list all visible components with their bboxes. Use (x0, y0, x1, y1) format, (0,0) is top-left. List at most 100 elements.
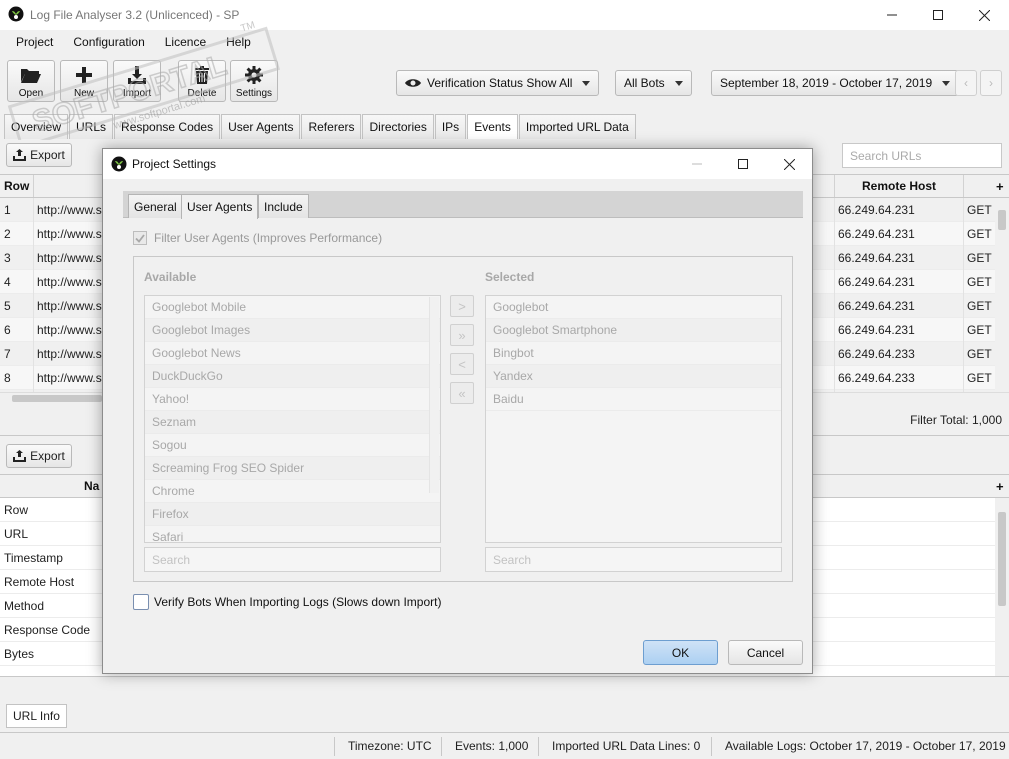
selected-list[interactable]: Googlebot Googlebot Smartphone Bingbot Y… (485, 295, 782, 543)
open-button[interactable]: Open (7, 60, 55, 102)
dialog-maximize-button[interactable] (720, 149, 766, 179)
status-divider (538, 737, 539, 756)
add-one-button[interactable]: > (450, 295, 474, 317)
close-button[interactable] (961, 0, 1007, 30)
previous-date-button[interactable]: ‹ (955, 70, 977, 96)
tab-user-agents[interactable]: User Agents (221, 114, 301, 139)
chevron-down-icon (942, 80, 951, 86)
add-column-icon[interactable]: + (996, 475, 1004, 497)
tab-ips[interactable]: IPs (434, 114, 467, 139)
minimize-button[interactable] (869, 0, 915, 30)
import-label: Import (122, 88, 152, 99)
list-item[interactable]: Yahoo! (145, 388, 440, 411)
verification-status-dropdown[interactable]: Verification Status Show All (396, 70, 600, 96)
tab-referers[interactable]: Referers (301, 114, 362, 139)
column-divider (834, 175, 835, 197)
list-item[interactable]: Seznam (145, 411, 440, 434)
export-button-lower[interactable]: Export (6, 444, 72, 468)
tab-user-agents[interactable]: User Agents (181, 194, 259, 219)
list-item[interactable]: Chrome (145, 480, 440, 503)
list-item[interactable]: Safari (145, 526, 440, 542)
tab-include[interactable]: Include (258, 194, 309, 218)
maximize-button[interactable] (915, 0, 961, 30)
list-item[interactable]: Googlebot Mobile (145, 296, 440, 319)
events-status: Events: 1,000 (455, 739, 529, 753)
new-button[interactable]: New (60, 60, 108, 102)
menu-configuration[interactable]: Configuration (63, 35, 154, 49)
selected-title: Selected (485, 270, 535, 284)
main-tab-bar: Overview URLs Response Codes User Agents… (4, 114, 637, 139)
dialog-close-button[interactable] (766, 149, 812, 179)
tab-events[interactable]: Events (467, 114, 518, 139)
menu-licence[interactable]: Licence (155, 35, 216, 49)
dialog-title-bar: Project Settings (103, 149, 812, 179)
status-divider (334, 737, 335, 756)
tab-url-info[interactable]: URL Info (6, 704, 67, 728)
list-item[interactable]: Yandex (486, 365, 781, 388)
delete-label: Delete (187, 88, 217, 99)
filter-user-agents-checkbox[interactable] (133, 231, 147, 245)
tab-overview[interactable]: Overview (4, 114, 69, 139)
list-item[interactable]: Sogou (145, 434, 440, 457)
scrollbar-thumb[interactable] (12, 395, 102, 402)
list-item[interactable]: Firefox (145, 503, 440, 526)
list-item[interactable]: DuckDuckGo (145, 365, 440, 388)
window-title: Log File Analyser 3.2 (Unlicenced) - SP (30, 8, 240, 22)
column-header-name[interactable]: Na (84, 475, 99, 497)
imported-lines-status: Imported URL Data Lines: 0 (552, 739, 701, 753)
list-item[interactable]: Googlebot Images (145, 319, 440, 342)
list-item[interactable]: Googlebot (486, 296, 781, 319)
menu-help[interactable]: Help (216, 35, 261, 49)
add-all-button[interactable]: » (450, 324, 474, 346)
tab-response-codes[interactable]: Response Codes (114, 114, 221, 139)
available-search-input[interactable]: Search (144, 547, 441, 572)
available-logs-status: Available Logs: October 17, 2019 - Octob… (725, 739, 1006, 753)
list-item[interactable]: Baidu (486, 388, 781, 411)
list-item[interactable]: Screaming Frog SEO Spider (145, 457, 440, 480)
title-bar: Log File Analyser 3.2 (Unlicenced) - SP (0, 0, 1009, 30)
scrollbar-thumb[interactable] (998, 210, 1006, 230)
bots-dropdown[interactable]: All Bots (615, 70, 692, 96)
menu-project[interactable]: Project (6, 35, 63, 49)
date-range-label: September 18, 2019 - October 17, 2019 (720, 76, 933, 90)
cancel-button[interactable]: Cancel (728, 640, 803, 665)
menu-bar: Project Configuration Licence Help (0, 30, 1009, 54)
available-list[interactable]: Googlebot Mobile Googlebot Images Google… (144, 295, 441, 543)
gear-icon (245, 66, 263, 84)
tab-directories[interactable]: Directories (362, 114, 434, 139)
column-header-remote-host[interactable]: Remote Host (862, 175, 936, 197)
list-item[interactable]: Googlebot News (145, 342, 440, 365)
import-button[interactable]: Import (113, 60, 161, 102)
tab-general[interactable]: General (128, 194, 183, 218)
list-item[interactable]: Bingbot (486, 342, 781, 365)
ok-button[interactable]: OK (643, 640, 718, 665)
remove-all-button[interactable]: « (450, 382, 474, 404)
divider (0, 676, 1009, 677)
export-icon (13, 450, 27, 462)
available-list-scrollbar[interactable] (429, 297, 439, 493)
column-divider (33, 198, 34, 392)
checkmark-icon (135, 233, 145, 243)
list-item[interactable]: Googlebot Smartphone (486, 319, 781, 342)
project-settings-dialog: Project Settings General User Agents Inc… (102, 148, 813, 674)
export-button[interactable]: Export (6, 143, 72, 167)
plus-icon (75, 66, 93, 84)
bots-label: All Bots (624, 76, 665, 90)
search-urls-input[interactable] (842, 143, 1002, 168)
remove-one-button[interactable]: < (450, 353, 474, 375)
next-date-button[interactable]: › (980, 70, 1002, 96)
status-bar: Timezone: UTC Events: 1,000 Imported URL… (0, 732, 1009, 759)
date-range-dropdown[interactable]: September 18, 2019 - October 17, 2019 (711, 70, 960, 96)
column-header-row[interactable]: Row (4, 175, 29, 197)
tab-imported-url-data[interactable]: Imported URL Data (518, 114, 636, 139)
dialog-minimize-button[interactable] (674, 149, 720, 179)
scrollbar-thumb[interactable] (998, 512, 1006, 606)
tab-urls[interactable]: URLs (69, 114, 114, 139)
settings-button[interactable]: Settings (230, 60, 278, 102)
lower-table-scrollbar[interactable] (996, 498, 1008, 676)
delete-button[interactable]: Delete (178, 60, 226, 102)
add-column-icon[interactable]: + (996, 175, 1004, 197)
table-vertical-scrollbar[interactable] (996, 198, 1008, 392)
verify-bots-checkbox[interactable] (133, 594, 149, 610)
selected-search-input[interactable]: Search (485, 547, 782, 572)
